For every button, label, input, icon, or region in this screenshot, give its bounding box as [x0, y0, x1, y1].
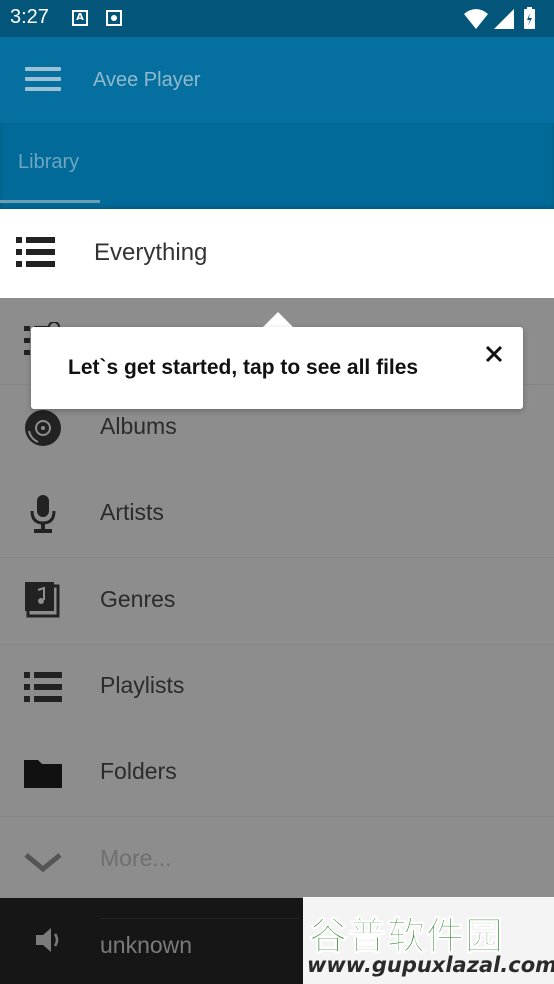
- app-title: Avee Player: [93, 69, 201, 91]
- library-item-label: Albums: [100, 413, 177, 439]
- notification-a-icon: A: [72, 10, 88, 26]
- player-divider: [100, 918, 300, 919]
- onboarding-tooltip[interactable]: Let`s get started, tap to see all files: [31, 327, 523, 409]
- tab-library-label: Library: [18, 151, 80, 173]
- tab-bar: Library: [0, 123, 554, 209]
- close-icon[interactable]: [483, 343, 505, 365]
- list-icon: [16, 237, 55, 267]
- library-item-artists[interactable]: Artists: [0, 471, 554, 558]
- library-item-label: Genres: [100, 586, 176, 612]
- tooltip-arrow: [262, 312, 294, 328]
- library-item-label: Everything: [94, 239, 208, 266]
- chevron-down-icon: [24, 853, 62, 873]
- library-item-label: Artists: [100, 499, 164, 525]
- library-item-everything[interactable]: Everything: [0, 209, 554, 298]
- battery-icon: [524, 7, 535, 29]
- list-icon: [24, 672, 62, 702]
- library-item-label: More...: [100, 845, 172, 871]
- screen-record-icon: [106, 10, 122, 26]
- watermark: 谷普软件园 www.gupuxlazal.com: [303, 897, 554, 984]
- volume-icon: [36, 928, 59, 952]
- library-item-folders[interactable]: Folders: [0, 730, 554, 817]
- library-item-label: Playlists: [100, 672, 185, 698]
- hamburger-menu-icon[interactable]: [25, 67, 61, 93]
- status-bar: 3:27 A: [0, 0, 554, 37]
- watermark-chinese: 谷普软件园: [308, 914, 505, 959]
- status-right-icons: [464, 7, 535, 29]
- status-time: 3:27: [10, 6, 49, 28]
- library-item-label: Folders: [100, 758, 177, 784]
- watermark-url: www.gupuxlazal.com: [307, 953, 554, 977]
- disc-icon: [25, 410, 61, 446]
- music-note-icon: [25, 582, 60, 618]
- folder-icon: [24, 760, 62, 788]
- tab-library[interactable]: Library: [0, 123, 100, 209]
- tooltip-message: Let`s get started, tap to see all files: [68, 356, 419, 379]
- wifi-icon: [464, 9, 488, 29]
- app-bar: Avee Player: [0, 37, 554, 123]
- library-item-genres[interactable]: Genres: [0, 558, 554, 645]
- tab-indicator: [0, 200, 100, 203]
- library-item-playlists[interactable]: Playlists: [0, 644, 554, 731]
- player-track-title: unknown: [100, 932, 193, 958]
- signal-icon: [494, 9, 514, 29]
- mic-icon: [30, 495, 56, 533]
- library-item-more[interactable]: More...: [0, 817, 554, 904]
